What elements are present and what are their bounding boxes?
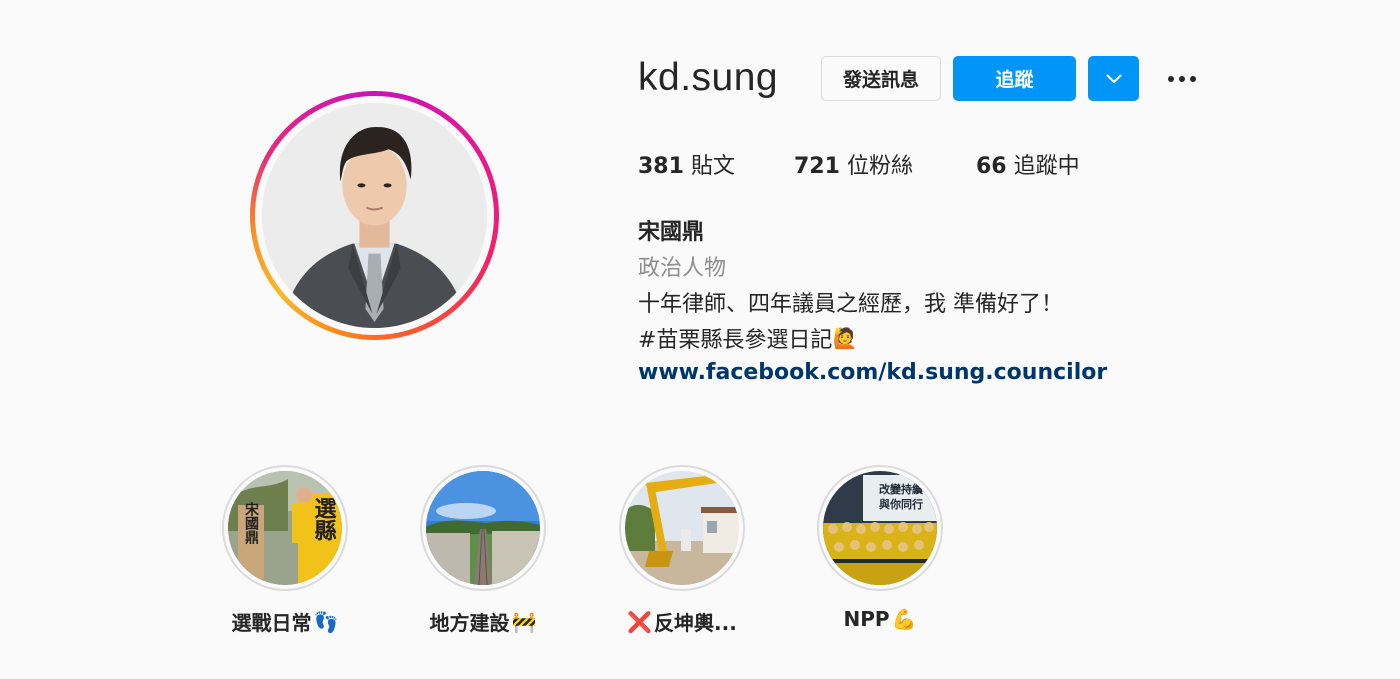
following-count: 66 bbox=[976, 154, 1007, 179]
sign-text-b: 選縣 bbox=[311, 497, 337, 541]
highlight-item[interactable]: 改變持續 與你同行 NPP 💪 bbox=[817, 465, 943, 631]
bio-external-link[interactable]: www.facebook.com/kd.sung.councilor bbox=[638, 360, 1107, 385]
followers-count-stat[interactable]: 721 位粉絲 bbox=[794, 148, 913, 180]
suggested-accounts-dropdown-button[interactable] bbox=[1088, 56, 1139, 101]
banner-text-b: 與你同行 bbox=[879, 497, 923, 511]
highlight-item[interactable]: ❌ 反坤輿... bbox=[619, 465, 745, 635]
footprints-emoji-icon: 👣 bbox=[313, 609, 339, 634]
highlight-label[interactable]: NPP 💪 bbox=[844, 607, 917, 631]
posts-label: 貼文 bbox=[690, 154, 735, 179]
cross-mark-emoji-icon: ❌ bbox=[627, 609, 653, 634]
more-dot bbox=[1179, 76, 1185, 82]
highlight-ring[interactable] bbox=[619, 465, 745, 591]
highlight-cover-image: 改變持續 與你同行 bbox=[823, 471, 937, 585]
highlight-label[interactable]: ❌ 反坤輿... bbox=[627, 607, 737, 636]
highlight-cover-image bbox=[426, 471, 540, 585]
profile-username: kd.sung bbox=[638, 56, 779, 99]
more-options-icon[interactable] bbox=[1163, 66, 1201, 92]
highlight-item[interactable]: 宋國鼎 選縣 選戰日常 👣 bbox=[222, 465, 348, 635]
highlight-item[interactable]: 地方建設 🚧 bbox=[420, 465, 546, 635]
construction-emoji-icon: 🚧 bbox=[511, 609, 537, 634]
sign-text-a: 宋國鼎 bbox=[243, 501, 260, 545]
highlight-label[interactable]: 選戰日常 👣 bbox=[232, 607, 339, 636]
profile-full-name: 宋國鼎 bbox=[638, 220, 705, 245]
highlight-label-text: 反坤輿... bbox=[654, 611, 737, 635]
highlight-ring[interactable]: 改變持續 與你同行 bbox=[817, 465, 943, 591]
bio-line-1: 十年律師、四年議員之經歷，我 準備好了！ bbox=[638, 292, 1063, 317]
flexed-biceps-emoji-icon: 💪 bbox=[891, 607, 917, 631]
more-dot bbox=[1168, 76, 1174, 82]
highlight-ring[interactable] bbox=[420, 465, 546, 591]
highlight-label[interactable]: 地方建設 🚧 bbox=[430, 607, 537, 636]
highlight-cover-image: 宋國鼎 選縣 bbox=[228, 471, 342, 585]
send-message-button[interactable]: 發送訊息 bbox=[821, 56, 941, 101]
avatar-gap bbox=[255, 96, 494, 335]
highlight-cover-image bbox=[625, 471, 739, 585]
following-count-stat[interactable]: 66 追蹤中 bbox=[976, 148, 1080, 180]
highlight-label-text: 選戰日常 bbox=[231, 611, 312, 635]
profile-category: 政治人物 bbox=[638, 256, 727, 281]
following-label: 追蹤中 bbox=[1013, 154, 1080, 179]
followers-label: 位粉絲 bbox=[846, 154, 913, 179]
posts-count-stat: 381 貼文 bbox=[638, 148, 735, 180]
posts-count: 381 bbox=[638, 154, 684, 179]
highlight-ring[interactable]: 宋國鼎 選縣 bbox=[222, 465, 348, 591]
avatar[interactable] bbox=[262, 103, 487, 328]
more-dot bbox=[1190, 76, 1196, 82]
banner-text-a: 改變持續 bbox=[879, 482, 923, 496]
raising-hand-emoji-icon: 🙋 bbox=[832, 326, 858, 350]
avatar-photo-image bbox=[262, 103, 487, 328]
bio-line-2: #苗栗縣長參選日記 🙋 bbox=[638, 322, 857, 354]
highlight-label-text: 地方建設 bbox=[429, 611, 510, 635]
follow-button[interactable]: 追蹤 bbox=[953, 56, 1076, 101]
bio-hashtag[interactable]: #苗栗縣長參選日記 bbox=[638, 322, 832, 354]
profile-avatar-story-ring[interactable] bbox=[250, 91, 499, 340]
chevron-down-icon bbox=[1106, 74, 1121, 83]
highlight-label-text: NPP bbox=[843, 607, 890, 631]
followers-count: 721 bbox=[794, 154, 840, 179]
